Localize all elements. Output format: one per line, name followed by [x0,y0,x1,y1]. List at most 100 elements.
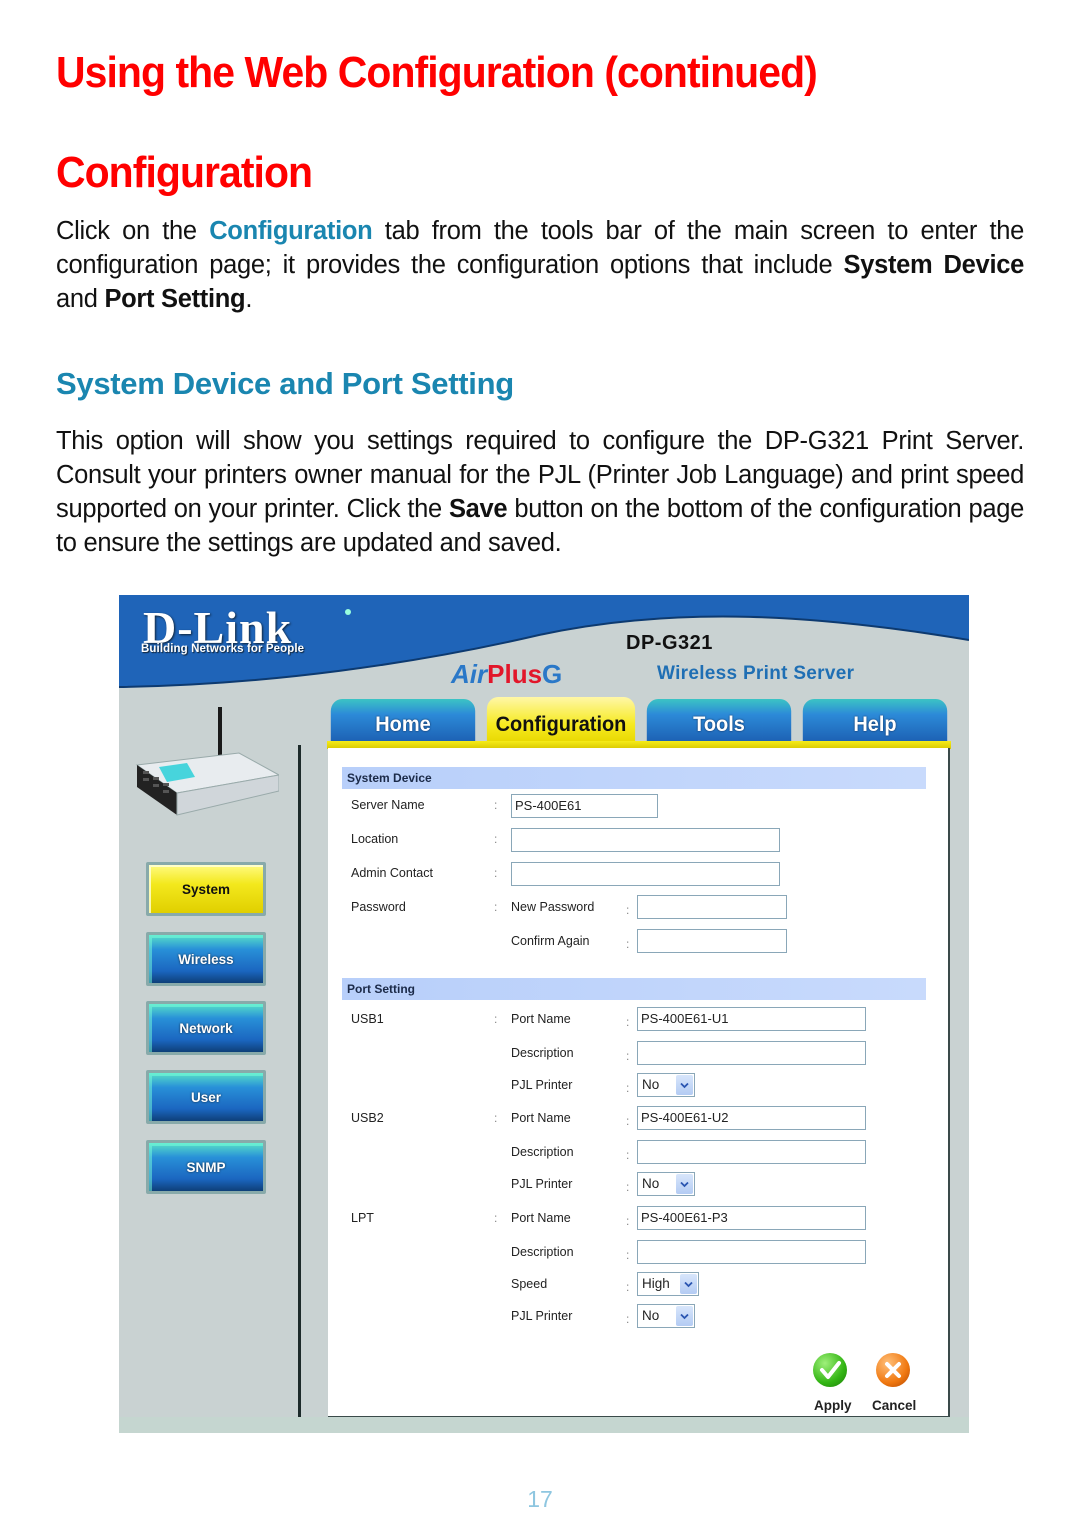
new-password-label: New Password [511,900,595,914]
page-number: 17 [527,1486,553,1512]
tab-tools[interactable]: Tools [646,699,792,743]
colon: : [626,1148,630,1162]
page-title: Using the Web Configuration (continued) [56,48,818,97]
system-device-bold: System Device [843,251,1025,279]
confirm-password-label: Confirm Again [511,934,590,948]
port-name-label: Port Name [511,1012,571,1026]
tab-home[interactable]: Home [330,699,476,743]
dlink-tagline: Building Networks for People [141,643,305,655]
server-name-input[interactable]: PS-400E61 [511,794,658,818]
lpt-speed-value: High [642,1276,670,1291]
chevron-down-icon[interactable] [676,1075,693,1095]
chevron-down-icon[interactable] [676,1174,693,1194]
colon: : [626,1280,630,1294]
colon: : [494,866,498,880]
chevron-down-icon[interactable] [676,1306,693,1326]
pjl-printer-label: PJL Printer [511,1309,573,1323]
usb2-pjl-select[interactable]: No [637,1172,695,1196]
cancel-x-icon[interactable] [876,1353,910,1387]
tab-configuration[interactable]: Configuration [486,697,636,743]
configuration-highlight: Configuration [209,217,373,245]
colon: : [626,1015,630,1029]
lpt-pjl-value: No [642,1308,660,1323]
port-name-label: Port Name [511,1211,571,1225]
admin-contact-label: Admin Contact [351,866,433,880]
subsection-title: System Device and Port Setting [56,366,514,401]
usb1-port-name-input[interactable]: PS-400E61-U1 [637,1007,866,1031]
sidebar-item-network[interactable]: Network [146,1001,266,1055]
usb2-port-name-input[interactable]: PS-400E61-U2 [637,1106,866,1130]
intro-paragraph: Click on the Configuration tab from the … [56,214,1024,316]
sidebar-item-wireless[interactable]: Wireless [146,932,266,986]
cancel-button[interactable]: Cancel [872,1398,916,1413]
lpt-pjl-select[interactable]: No [637,1304,695,1328]
intro-text: Click on the [56,217,210,245]
usb2-pjl-value: No [642,1176,660,1191]
server-name-label: Server Name [351,798,425,812]
lpt-label: LPT [351,1211,374,1225]
admin-contact-input[interactable] [511,862,780,886]
lpt-speed-select[interactable]: High [637,1272,699,1296]
save-bold: Save [448,495,508,523]
colon: : [626,903,630,917]
body-paragraph: This option will show you settings requi… [56,424,1024,560]
airplus-plus: Plus [487,659,543,689]
main-tabs: Home Configuration Tools Help [327,697,952,747]
product-description: Wireless Print Server [657,663,855,684]
colon: : [626,1081,630,1095]
system-device-heading: System Device [342,767,926,789]
airplus-g: G [542,659,563,689]
colon: : [494,832,498,846]
airplus-logo: AirPlusG [451,659,562,690]
usb1-label: USB1 [351,1012,384,1026]
model-name: DP-G321 [626,632,713,654]
port-setting-bold: Port Setting [104,285,246,313]
usb1-pjl-select[interactable]: No [637,1073,695,1097]
colon: : [494,798,498,812]
speed-label: Speed [511,1277,548,1291]
colon: : [626,1049,630,1063]
sidebar-divider [298,745,301,1433]
description-label: Description [511,1046,574,1060]
colon: : [626,1214,630,1228]
tab-help[interactable]: Help [802,699,948,743]
sidebar-item-system[interactable]: System [146,862,266,916]
intro-text: . [245,285,253,313]
port-name-label: Port Name [511,1111,571,1125]
colon: : [626,1248,630,1262]
sidebar-item-snmp[interactable]: SNMP [146,1140,266,1194]
config-panel: System Device Server Name : PS-400E61 Lo… [328,748,950,1418]
checkmark-icon[interactable] [813,1353,847,1387]
description-label: Description [511,1145,574,1159]
chevron-down-icon[interactable] [680,1274,697,1294]
router-icon [135,707,279,816]
location-input[interactable] [511,828,780,852]
colon: : [494,1012,498,1026]
location-label: Location [351,832,399,846]
apply-button[interactable]: Apply [814,1398,852,1413]
confirm-password-input[interactable] [637,929,787,953]
port-setting-heading: Port Setting [342,978,926,1000]
colon: : [626,937,630,951]
lpt-port-name-input[interactable]: PS-400E61-P3 [637,1206,866,1230]
colon: : [626,1312,630,1326]
bottom-strip [119,1417,969,1433]
lpt-description-input[interactable] [637,1240,866,1264]
usb1-description-input[interactable] [637,1041,866,1065]
section-title: Configuration [56,148,313,197]
web-config-screenshot: D-Link Building Networks for People DP-G… [119,595,969,1433]
pjl-printer-label: PJL Printer [511,1177,573,1191]
pjl-printer-label: PJL Printer [511,1078,573,1092]
airplus-air: Air [451,659,488,689]
sidebar-item-user[interactable]: User [146,1070,266,1124]
password-label: Password [351,900,406,914]
usb2-label: USB2 [351,1111,384,1125]
usb1-pjl-value: No [642,1077,660,1092]
colon: : [626,1180,630,1194]
usb2-description-input[interactable] [637,1140,866,1164]
colon: : [494,1111,498,1125]
intro-text: and [56,285,105,313]
colon: : [494,1211,498,1225]
new-password-input[interactable] [637,895,787,919]
registered-mark [345,609,351,615]
